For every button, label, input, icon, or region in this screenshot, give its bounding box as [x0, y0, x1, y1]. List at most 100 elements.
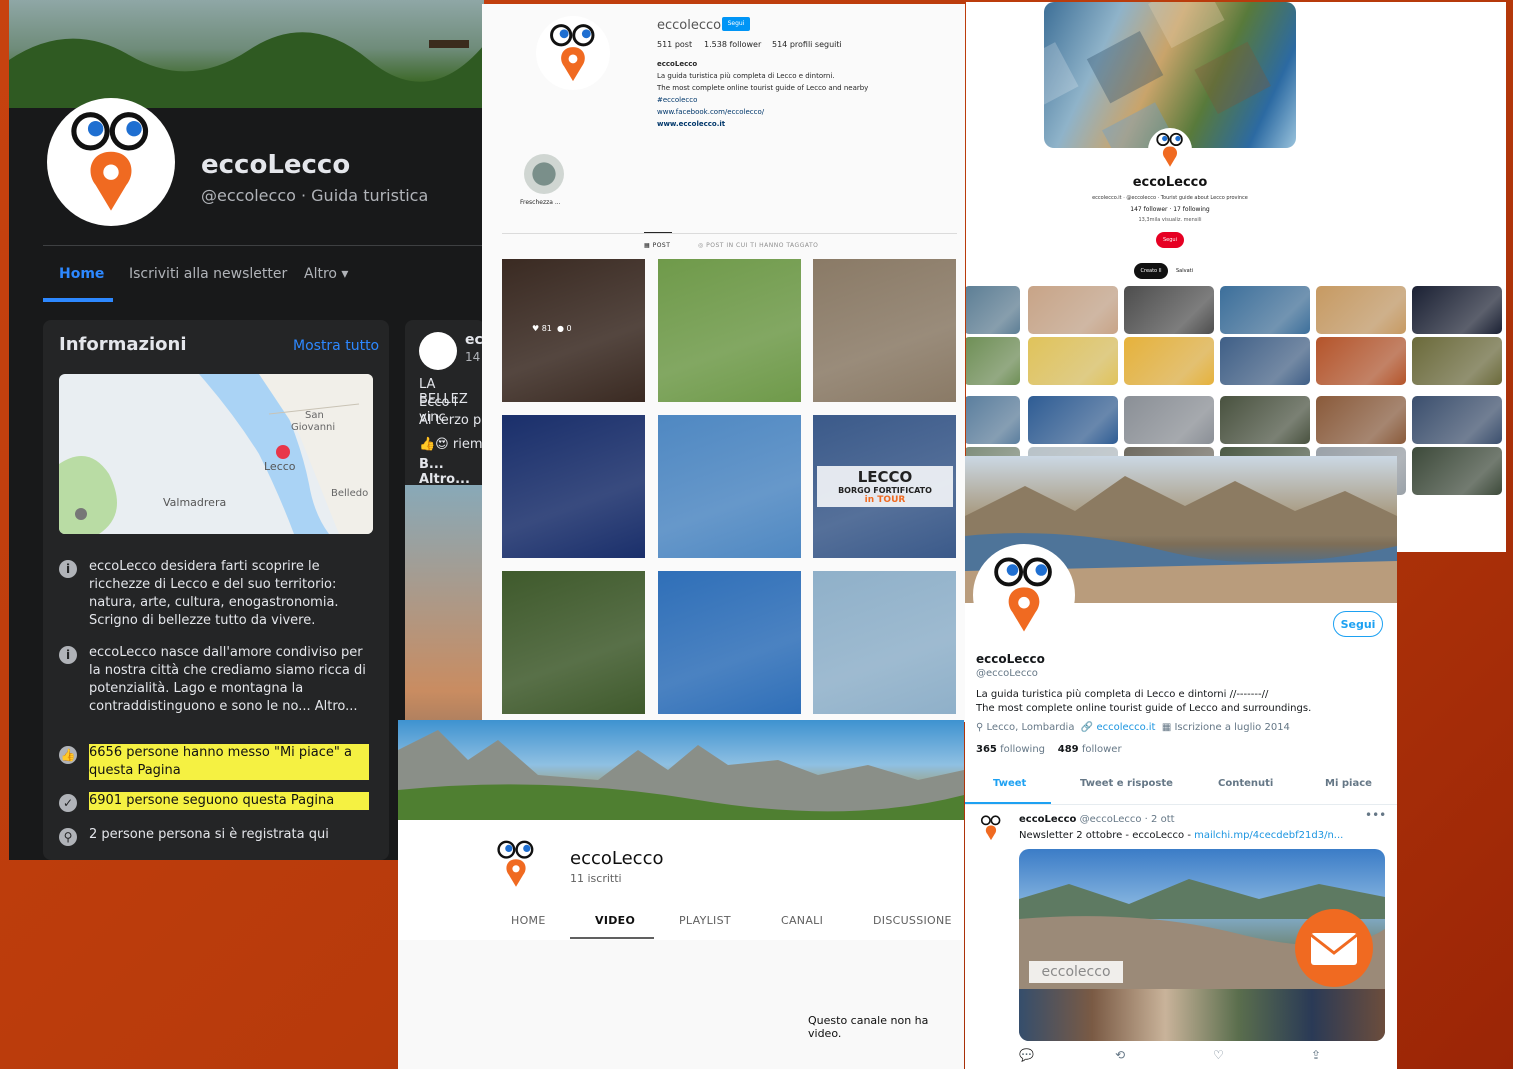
post-text-line: 👍😍 riem: [419, 437, 483, 452]
share-icon[interactable]: ⇪: [1311, 1048, 1321, 1062]
following-count[interactable]: 514 profili seguiti: [772, 40, 842, 49]
reply-icon[interactable]: 💬: [1019, 1048, 1034, 1062]
tab-saved[interactable]: Salvati: [1176, 268, 1193, 274]
post-thumbnail[interactable]: [502, 259, 645, 402]
pin-thumbnail[interactable]: [1412, 337, 1502, 385]
profile-handle: @eccoLecco: [976, 668, 1038, 679]
divider: [43, 245, 484, 246]
tab-tweets[interactable]: Tweet: [993, 778, 1026, 789]
active-tab-indicator: [644, 232, 672, 233]
post-thumbnail[interactable]: [658, 415, 801, 558]
retweet-icon[interactable]: ⟲: [1115, 1048, 1125, 1062]
pin-thumbnail[interactable]: [1028, 337, 1118, 385]
more-icon[interactable]: •••: [1365, 808, 1386, 822]
follow-button[interactable]: Segui: [1333, 611, 1383, 637]
profile-cover-collage: [1044, 2, 1296, 148]
instagram-profile-screenshot: eccolecco Segui 511 post 1.538 follower …: [482, 4, 965, 722]
pin-thumbnail[interactable]: [1124, 337, 1214, 385]
tab-playlist[interactable]: PLAYLIST: [679, 914, 731, 927]
profile-name: eccoLecco: [976, 652, 1045, 666]
following-count[interactable]: 365: [976, 744, 997, 755]
profile-picture[interactable]: [47, 98, 175, 226]
followers-count[interactable]: 489: [1058, 744, 1079, 755]
story-highlight[interactable]: [524, 154, 564, 194]
profile-picture[interactable]: [1148, 128, 1192, 172]
follower-count[interactable]: 1.538 follower: [704, 40, 761, 49]
highlight-label: Freschezza ...: [520, 199, 561, 206]
like-icon[interactable]: ♡: [1213, 1048, 1224, 1062]
post-more-link[interactable]: B... Altro...: [419, 457, 484, 487]
post-count: 511 post: [657, 40, 693, 49]
tab-created[interactable]: Creato ll: [1134, 263, 1168, 279]
location-map[interactable]: San Giovanni Lecco Valmadrera Belledo: [59, 374, 373, 534]
empty-state-message: Questo canale non ha video.: [808, 1014, 929, 1040]
eccolecco-logo-icon: [497, 840, 534, 887]
pin-thumbnail[interactable]: [1220, 286, 1310, 334]
tweet-author[interactable]: eccoLecco: [1019, 814, 1076, 825]
tab-tagged[interactable]: ◎ POST IN CUI TI HANNO TAGGATO: [698, 242, 818, 249]
website-link[interactable]: www.ecco­lecco.it: [657, 120, 725, 128]
hashtag-link[interactable]: #eccolecco: [657, 96, 697, 104]
page-handle: @eccolecco · Guida turistica: [201, 186, 429, 205]
tile-caption: LECCO BORGO FORTIFICATO in TOUR: [817, 466, 953, 507]
pin-thumbnail[interactable]: [1124, 286, 1214, 334]
tab-replies[interactable]: Tweet e risposte: [1080, 778, 1173, 789]
follow-stats[interactable]: 147 follower · 17 following: [966, 206, 1374, 213]
eccolecco-logo-icon: [550, 24, 595, 82]
pin-thumbnail[interactable]: [966, 286, 1020, 334]
post-time: 14: [465, 350, 481, 364]
tab-posts[interactable]: ▦ POST: [644, 242, 670, 249]
tweet-link[interactable]: mailchi.mp/4cecdebf21d3/n...: [1194, 830, 1343, 841]
post-avatar: [419, 332, 457, 370]
tab-home[interactable]: Home: [59, 266, 104, 282]
post-thumbnail[interactable]: [658, 571, 801, 714]
pin-thumbnail[interactable]: [1220, 337, 1310, 385]
tab-newsletter[interactable]: Iscriviti alla newsletter: [129, 266, 287, 282]
follow-button[interactable]: Segui: [722, 17, 750, 31]
post-thumbnail[interactable]: [813, 571, 956, 714]
pin-thumbnail[interactable]: [1028, 396, 1118, 444]
pin-thumbnail[interactable]: [1316, 396, 1406, 444]
profile-picture[interactable]: [536, 16, 610, 90]
tab-home[interactable]: HOME: [511, 914, 546, 927]
tab-media[interactable]: Contenuti: [1218, 778, 1273, 789]
brand-logo: eccolecco: [1029, 961, 1123, 983]
pin-thumbnail[interactable]: [1412, 286, 1502, 334]
tab-more[interactable]: Altro ▾: [304, 266, 348, 282]
tab-likes[interactable]: Mi piace: [1325, 778, 1372, 789]
website-link[interactable]: eccolecco.it: [1096, 722, 1155, 733]
bio-name: eccoLecco: [657, 60, 698, 68]
pin-thumbnail[interactable]: [966, 337, 1020, 385]
tweet-avatar[interactable]: [975, 812, 1007, 844]
tab-video[interactable]: VIDEO: [595, 914, 635, 927]
page-name: eccoLecco: [201, 150, 351, 180]
pin-thumbnail[interactable]: [966, 396, 1020, 444]
pin-thumbnail[interactable]: [1220, 396, 1310, 444]
subscriber-count: 11 iscritti: [570, 872, 622, 885]
follow-button[interactable]: Segui: [1156, 232, 1184, 248]
tweet-image[interactable]: eccolecco: [1019, 849, 1385, 1041]
map-label: Lecco: [264, 460, 296, 473]
post-thumbnail[interactable]: [502, 415, 645, 558]
post-thumbnail[interactable]: [658, 259, 801, 402]
pin-thumbnail[interactable]: [1412, 447, 1502, 495]
channel-avatar[interactable]: [486, 834, 546, 894]
pin-thumbnail[interactable]: [1316, 286, 1406, 334]
tab-channels[interactable]: CANALI: [781, 914, 823, 927]
post-thumbnail[interactable]: [813, 259, 956, 402]
pin-thumbnail[interactable]: [1028, 286, 1118, 334]
eccolecco-logo-icon: [994, 557, 1052, 632]
see-all-link[interactable]: Mostra tutto: [293, 338, 379, 354]
pin-thumbnail[interactable]: [1316, 337, 1406, 385]
eccolecco-logo-icon: [980, 815, 1001, 841]
post-author[interactable]: ec: [465, 332, 483, 348]
pin-thumbnail[interactable]: [1412, 396, 1502, 444]
bio-line: The most complete online tourist guide o…: [657, 84, 869, 92]
tab-discussion[interactable]: DISCUSSIONE: [873, 914, 952, 927]
active-tab-indicator: [570, 937, 654, 939]
facebook-link[interactable]: www.facebook.com/eccolecco/: [657, 108, 764, 116]
profile-picture[interactable]: [973, 544, 1075, 646]
map-label: San: [305, 410, 324, 421]
post-thumbnail[interactable]: [502, 571, 645, 714]
pin-thumbnail[interactable]: [1124, 396, 1214, 444]
